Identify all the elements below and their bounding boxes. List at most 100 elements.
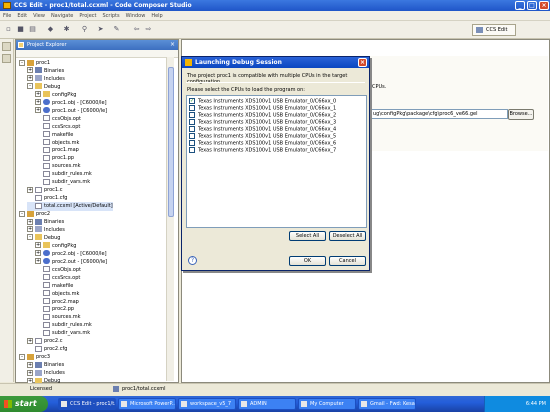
collapse-icon[interactable]: - <box>19 353 25 360</box>
build-icon[interactable]: ◆ <box>46 25 55 34</box>
menu-item-edit[interactable]: Edit <box>14 11 30 21</box>
cpu-option[interactable]: Texas Instruments XDS100v1 USB Emulator_… <box>189 105 336 112</box>
save-icon[interactable]: ■ <box>16 25 25 34</box>
expand-icon[interactable]: + <box>27 369 33 376</box>
scroll-thumb[interactable] <box>168 67 174 217</box>
browse-button[interactable]: Browse... <box>508 109 534 120</box>
taskbar-button[interactable]: CCS Edit - proc1/t... <box>58 398 116 410</box>
expand-icon[interactable]: + <box>27 186 33 193</box>
app-icon <box>361 401 367 407</box>
select-all-button[interactable]: Select All <box>289 231 326 241</box>
tree-item-label: subdir_vars.mk <box>52 179 91 186</box>
menu-item-scripts[interactable]: Scripts <box>99 11 122 21</box>
run-icon[interactable]: ➤ <box>96 25 105 34</box>
dialog-title-bar: Launching Debug Session × <box>182 57 369 68</box>
object-file-icon <box>43 258 50 265</box>
cpu-option-label: Texas Instruments XDS100v1 USB Emulator_… <box>198 126 337 133</box>
search-icon[interactable]: ⚲ <box>80 25 89 34</box>
tree-item-label: Binaries <box>44 362 65 369</box>
cpu-option[interactable]: Texas Instruments XDS100v1 USB Emulator_… <box>189 119 336 126</box>
collapse-icon[interactable]: - <box>27 83 33 90</box>
close-icon[interactable]: × <box>170 40 175 50</box>
binaries-icon <box>35 67 42 74</box>
tree-item-label: ccsObjs.opt <box>52 266 81 273</box>
menu-item-navigate[interactable]: Navigate <box>48 11 76 21</box>
checkbox[interactable] <box>189 147 195 153</box>
menu-item-file[interactable]: File <box>0 11 14 21</box>
collapse-icon[interactable]: - <box>19 210 25 217</box>
file-icon <box>35 202 42 209</box>
checkbox[interactable] <box>189 105 195 111</box>
checkbox[interactable]: ✓ <box>189 98 195 104</box>
expand-icon[interactable]: + <box>35 107 41 114</box>
file-icon <box>43 298 50 304</box>
taskbar-button[interactable]: ADMIN <box>238 398 296 410</box>
close-button[interactable]: × <box>539 1 549 10</box>
menu-item-project[interactable]: Project <box>76 11 99 21</box>
expand-icon[interactable]: + <box>27 337 33 344</box>
start-button[interactable]: start <box>0 396 48 412</box>
app-icon <box>181 401 187 407</box>
tree-item-label: makefile <box>52 131 74 138</box>
cpu-option[interactable]: Texas Instruments XDS100v1 USB Emulator_… <box>189 133 336 140</box>
minimized-view-icon[interactable] <box>2 54 11 63</box>
cpu-option[interactable]: Texas Instruments XDS100v1 USB Emulator_… <box>189 126 336 133</box>
checkbox[interactable] <box>189 133 195 139</box>
expand-icon[interactable]: + <box>35 99 41 106</box>
menu-item-window[interactable]: Window <box>123 11 149 21</box>
maximize-button[interactable]: □ <box>527 1 537 10</box>
background-text: CPUs. <box>372 84 387 90</box>
cpu-option[interactable]: ✓ Texas Instruments XDS100v1 USB Emulator… <box>189 98 336 105</box>
expand-icon[interactable]: + <box>35 258 41 265</box>
explorer-scrollbar[interactable] <box>166 57 174 381</box>
back-icon[interactable]: ⇦ <box>132 25 141 34</box>
cpu-option[interactable]: Texas Instruments XDS100v1 USB Emulator_… <box>189 147 336 154</box>
checkbox[interactable] <box>189 119 195 125</box>
taskbar-button[interactable]: My Computer <box>298 398 356 410</box>
taskbar-button[interactable]: Gmail - Fwd: Kesa... <box>358 398 416 410</box>
expand-icon[interactable]: + <box>27 67 33 74</box>
debug-icon <box>185 59 192 66</box>
expand-icon[interactable]: + <box>27 218 33 225</box>
deselect-all-button[interactable]: Deselect All <box>329 231 366 241</box>
checkbox[interactable] <box>189 126 195 132</box>
explorer-tab[interactable]: Project Explorer × <box>16 40 178 50</box>
file-icon <box>35 345 42 352</box>
cpu-option[interactable]: Texas Instruments XDS100v1 USB Emulator_… <box>189 140 336 147</box>
dialog-close-button[interactable]: × <box>358 58 367 67</box>
cpu-option[interactable]: Texas Instruments XDS100v1 USB Emulator_… <box>189 112 336 119</box>
minimized-view-icon[interactable] <box>2 42 11 51</box>
cpu-option-label: Texas Instruments XDS100v1 USB Emulator_… <box>198 98 337 105</box>
expand-icon[interactable]: + <box>35 250 41 257</box>
expand-icon[interactable]: + <box>27 361 33 368</box>
perspective-button[interactable]: CCS Edit <box>472 24 516 36</box>
expand-icon[interactable]: + <box>27 75 33 82</box>
minimize-button[interactable]: _ <box>515 1 525 10</box>
menu-item-help[interactable]: Help <box>148 11 165 21</box>
checkbox[interactable] <box>189 140 195 146</box>
checkbox[interactable] <box>189 112 195 118</box>
gel-path-field[interactable]: ug\configPkg\package\cfg\proc6_ve66.gel <box>370 109 508 119</box>
expand-icon[interactable]: + <box>27 226 33 233</box>
ok-button[interactable]: OK <box>289 256 326 266</box>
taskbar-button[interactable]: Microsoft PowerP... <box>118 398 176 410</box>
menu-item-view[interactable]: View <box>30 11 48 21</box>
project-tree: - proc1 + Binaries + Includes - Debug + configPkg… <box>16 59 171 384</box>
debug-icon[interactable]: ✱ <box>62 25 71 34</box>
collapse-icon[interactable]: - <box>19 59 25 66</box>
expand-icon[interactable]: + <box>35 242 41 249</box>
new-icon[interactable]: ▫ <box>4 25 13 34</box>
includes-icon <box>35 226 42 233</box>
file-icon <box>43 139 50 145</box>
cancel-button[interactable]: Cancel <box>329 256 366 266</box>
perspective-icon <box>476 27 483 33</box>
forward-icon[interactable]: ⇨ <box>144 25 153 34</box>
print-icon[interactable]: ▤ <box>28 25 37 34</box>
tree-item-label: ccsObjs.opt <box>52 115 81 122</box>
expand-icon[interactable]: + <box>35 91 41 98</box>
collapse-icon[interactable]: - <box>27 234 33 241</box>
help-icon[interactable]: ? <box>188 256 197 265</box>
app-icon <box>61 401 67 407</box>
tools-icon[interactable]: ✎ <box>112 25 121 34</box>
taskbar-button[interactable]: workspace_v5_7 <box>178 398 236 410</box>
